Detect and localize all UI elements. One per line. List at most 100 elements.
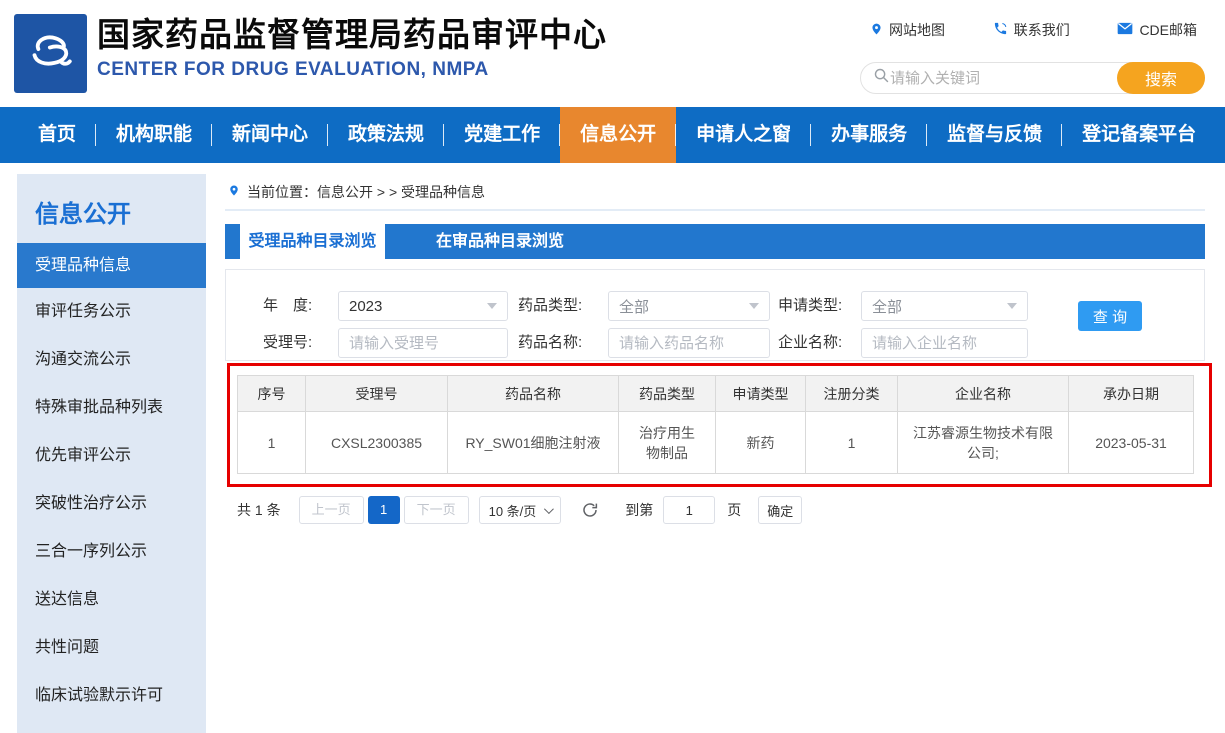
envelope-icon (1117, 22, 1133, 38)
link-cde-mail[interactable]: CDE邮箱 (1117, 20, 1197, 40)
main-panel: 当前位置：信息公开 > > 受理品种信息 受理品种目录浏览 在审品种目录浏览 年… (225, 174, 1205, 524)
breadcrumb: 当前位置：信息公开 > > 受理品种信息 (225, 174, 1205, 211)
content: 信息公开 受理品种信息 审评任务公示 沟通交流公示 特殊审批品种列表 优先审评公… (0, 163, 1225, 733)
nav-item-applicant-window[interactable]: 申请人之窗 (676, 107, 811, 163)
sidebar-item-review-task-publicity[interactable]: 审评任务公示 (17, 288, 206, 336)
sidebar-item-clinical-trial-implied-license[interactable]: 临床试验默示许可 (17, 672, 206, 720)
nav-item-services[interactable]: 办事服务 (811, 107, 927, 163)
tab-accepted-catalog[interactable]: 受理品种目录浏览 (240, 224, 385, 259)
year-select[interactable]: 2023 (338, 291, 508, 321)
sidebar-item-communication-publicity[interactable]: 沟通交流公示 (17, 336, 206, 384)
page-unit-label: 页 (727, 500, 741, 520)
year-select-value: 2023 (349, 298, 487, 315)
quick-links: 网站地图 联系我们 CDE邮箱 (860, 20, 1205, 40)
accept-no-input[interactable] (338, 328, 508, 358)
sidebar: 信息公开 受理品种信息 审评任务公示 沟通交流公示 特殊审批品种列表 优先审评公… (17, 174, 206, 733)
drug-type-select[interactable]: 全部 (608, 291, 770, 321)
nav-item-news-center[interactable]: 新闻中心 (212, 107, 328, 163)
prev-page-button[interactable]: 上一页 (299, 496, 364, 524)
nav-item-registration-platform[interactable]: 登记备案平台 (1062, 107, 1216, 163)
nav-item-party-building[interactable]: 党建工作 (444, 107, 560, 163)
accept-no-label: 受理号: (263, 328, 312, 358)
company-name-input[interactable] (861, 328, 1028, 358)
link-contact-us[interactable]: 联系我们 (993, 20, 1070, 40)
next-page-button[interactable]: 下一页 (404, 496, 469, 524)
year-label: 年 度: (263, 291, 312, 321)
sidebar-item-accepted-varieties-info[interactable]: 受理品种信息 (17, 243, 206, 288)
chevron-down-icon (487, 303, 497, 309)
cell-drug-name: RY_SW01细胞注射液 (448, 412, 619, 474)
phone-icon (993, 21, 1008, 39)
tab-bar: 受理品种目录浏览 在审品种目录浏览 (225, 224, 1205, 259)
goto-page-label: 到第 (625, 500, 653, 520)
col-header-registration-class: 注册分类 (806, 376, 898, 412)
cell-company-name: 江苏睿源生物技术有限公司; (898, 412, 1069, 474)
pagination: 共 1 条 上一页 1 下一页 10 条/页 到第 页 确定 (225, 496, 1205, 524)
page-size-select[interactable]: 10 条/页 (479, 496, 562, 524)
col-header-apply-type: 申请类型 (716, 376, 806, 412)
col-header-acceptance-no: 受理号 (306, 376, 448, 412)
drug-name-input[interactable] (608, 328, 770, 358)
link-label: 网站地图 (889, 20, 945, 40)
current-page-button[interactable]: 1 (368, 496, 400, 524)
cde-logo[interactable] (14, 14, 87, 93)
link-label: CDE邮箱 (1139, 20, 1197, 40)
col-header-drug-name: 药品名称 (448, 376, 619, 412)
cell-drug-type: 治疗用生物制品 (619, 412, 716, 474)
header-right: 网站地图 联系我们 CDE邮箱 搜索 (860, 20, 1205, 94)
col-header-seq: 序号 (238, 376, 306, 412)
query-button[interactable]: 查 询 (1078, 301, 1142, 331)
site-header: 国家药品监督管理局药品审评中心 CENTER FOR DRUG EVALUATI… (0, 0, 1225, 107)
drug-type-select-value: 全部 (619, 296, 749, 317)
nav-item-home[interactable]: 首页 (18, 107, 96, 163)
table-row: 1 CXSL2300385 RY_SW01细胞注射液 治疗用生物制品 新药 1 … (238, 412, 1194, 474)
cell-seq: 1 (238, 412, 306, 474)
company-name-label: 企业名称: (778, 328, 842, 358)
chevron-down-icon (749, 303, 759, 309)
apply-type-select[interactable]: 全部 (861, 291, 1028, 321)
sidebar-item-priority-review-publicity[interactable]: 优先审评公示 (17, 432, 206, 480)
refresh-icon[interactable] (581, 501, 599, 519)
results-table: 序号 受理号 药品名称 药品类型 申请类型 注册分类 企业名称 承办日期 1 C… (237, 375, 1194, 474)
sidebar-item-special-approval-list[interactable]: 特殊审批品种列表 (17, 384, 206, 432)
search-button[interactable]: 搜索 (1117, 62, 1205, 94)
breadcrumb-text: 当前位置：信息公开 > > 受理品种信息 (247, 182, 485, 202)
sidebar-item-common-issues[interactable]: 共性问题 (17, 624, 206, 672)
title-block: 国家药品监督管理局药品审评中心 CENTER FOR DRUG EVALUATI… (97, 14, 607, 81)
cell-apply-type: 新药 (716, 412, 806, 474)
cell-handle-date: 2023-05-31 (1069, 412, 1194, 474)
chevron-down-icon (544, 504, 554, 514)
swan-logo-icon (23, 23, 79, 84)
link-sitemap[interactable]: 网站地图 (870, 20, 945, 40)
nav-item-policies[interactable]: 政策法规 (328, 107, 444, 163)
cell-acceptance-no: CXSL2300385 (306, 412, 448, 474)
nav-item-supervision-feedback[interactable]: 监督与反馈 (927, 107, 1062, 163)
highlight-annotation-box: 序号 受理号 药品名称 药品类型 申请类型 注册分类 企业名称 承办日期 1 C… (227, 363, 1212, 487)
col-header-company-name: 企业名称 (898, 376, 1069, 412)
chevron-down-icon (1007, 303, 1017, 309)
sidebar-item-three-in-one-sequence-publicity[interactable]: 三合一序列公示 (17, 528, 206, 576)
col-header-handle-date: 承办日期 (1069, 376, 1194, 412)
nav-item-info-disclosure[interactable]: 信息公开 (560, 107, 676, 163)
sidebar-title: 信息公开 (17, 174, 206, 243)
site-subtitle: CENTER FOR DRUG EVALUATION, NMPA (97, 59, 607, 81)
page-size-value: 10 条/页 (489, 501, 537, 520)
col-header-drug-type: 药品类型 (619, 376, 716, 412)
nav-item-org-functions[interactable]: 机构职能 (96, 107, 212, 163)
tab-under-review-catalog[interactable]: 在审品种目录浏览 (385, 224, 615, 259)
filter-panel: 年 度: 2023 药品类型: 全部 申请类型: 全部 查 询 受理号: 药品名… (225, 269, 1205, 361)
search-bar: 搜索 (860, 62, 1205, 94)
site-title: 国家药品监督管理局药品审评中心 (97, 14, 607, 56)
drug-type-label: 药品类型: (518, 291, 582, 321)
location-pin-icon (228, 183, 240, 201)
location-pin-icon (870, 21, 883, 40)
search-icon (873, 67, 890, 89)
total-count: 共 1 条 (237, 500, 281, 520)
confirm-button[interactable]: 确定 (758, 496, 802, 524)
main-nav: 首页 机构职能 新闻中心 政策法规 党建工作 信息公开 申请人之窗 办事服务 监… (0, 107, 1225, 163)
apply-type-label: 申请类型: (778, 291, 842, 321)
sidebar-item-delivery-info[interactable]: 送达信息 (17, 576, 206, 624)
goto-page-input[interactable] (663, 496, 715, 524)
drug-name-label: 药品名称: (518, 328, 582, 358)
sidebar-item-breakthrough-therapy-publicity[interactable]: 突破性治疗公示 (17, 480, 206, 528)
